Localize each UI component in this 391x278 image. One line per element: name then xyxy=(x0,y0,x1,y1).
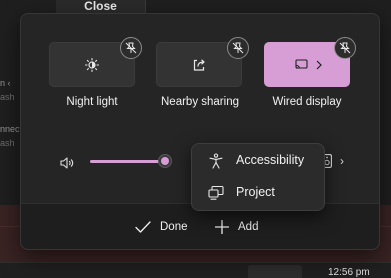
quick-settings-flyout: Night light Nearby sharing Wired display… xyxy=(20,13,380,250)
unpin-icon xyxy=(339,42,351,54)
accessibility-icon xyxy=(208,153,224,169)
taskbar-button[interactable] xyxy=(248,265,302,278)
cast-icon xyxy=(295,58,325,72)
volume-icon[interactable] xyxy=(60,156,74,169)
add-menu-popup: Accessibility Project xyxy=(191,143,325,211)
unpin-wired-display-button[interactable] xyxy=(334,37,356,59)
share-icon xyxy=(191,57,207,73)
tile-label-wired-display: Wired display xyxy=(272,96,342,108)
menu-item-accessibility[interactable]: Accessibility xyxy=(196,148,320,174)
tile-label-night-light: Night light xyxy=(66,96,118,108)
taskbar-clock[interactable]: 12:56 pm xyxy=(328,268,370,278)
unpin-icon xyxy=(125,42,137,54)
tile-label-nearby-sharing: Nearby sharing xyxy=(161,96,239,108)
menu-item-label: Project xyxy=(236,185,275,199)
unpin-nearby-sharing-button[interactable] xyxy=(227,37,249,59)
volume-slider-thumb[interactable] xyxy=(158,154,172,168)
checkmark-icon xyxy=(135,221,151,233)
menu-item-label: Accessibility xyxy=(236,153,305,167)
add-button-label: Add xyxy=(238,221,259,233)
brightness-icon xyxy=(84,57,100,73)
background-edge-text: n ‹ xyxy=(0,78,11,88)
background-edge-text: ash xyxy=(0,92,15,102)
project-icon xyxy=(208,185,224,201)
background-edge-text: ash xyxy=(0,138,15,148)
background-edge-text: nnect xyxy=(0,124,22,134)
unpin-night-light-button[interactable] xyxy=(120,37,142,59)
plus-icon xyxy=(215,220,229,234)
unpin-icon xyxy=(232,42,244,54)
volume-slider-fill[interactable] xyxy=(90,160,166,163)
output-device-chevron-button[interactable]: › xyxy=(340,154,344,168)
menu-item-project[interactable]: Project xyxy=(196,180,320,206)
done-button-label: Done xyxy=(160,221,188,233)
